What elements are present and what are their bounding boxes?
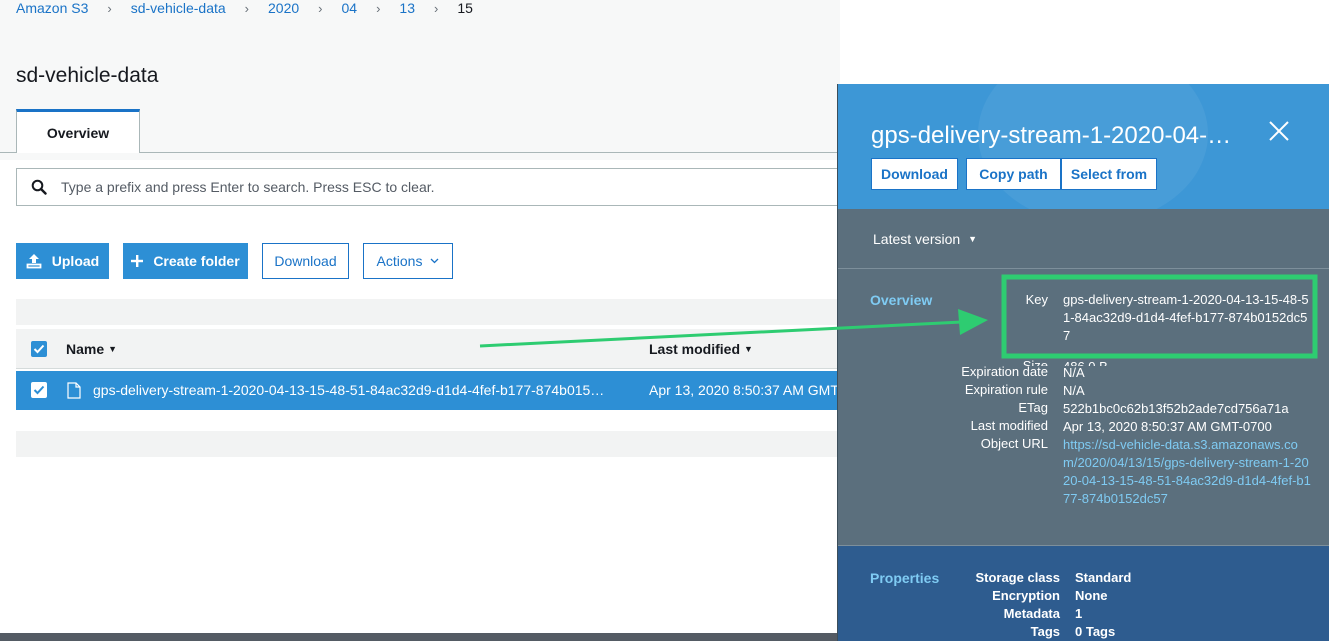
column-header-last-modified[interactable]: Last modified ▼ — [649, 341, 753, 357]
column-header-last-modified-label: Last modified — [649, 341, 741, 357]
file-icon — [67, 382, 81, 404]
table-footer-band — [16, 431, 840, 457]
create-folder-button[interactable]: Create folder — [123, 243, 248, 279]
create-folder-button-label: Create folder — [153, 253, 240, 269]
expiration-rule-value: N/A — [1063, 383, 1085, 398]
panel-header: gps-delivery-stream-1-2020-04-… Download… — [838, 84, 1329, 209]
table-row[interactable]: gps-delivery-stream-1-2020-04-13-15-48-5… — [16, 371, 840, 410]
search-input[interactable] — [61, 179, 821, 195]
metadata-label: Metadata — [1003, 606, 1060, 621]
breadcrumb-separator: › — [376, 0, 381, 16]
check-icon — [33, 385, 45, 395]
last-modified-value: Apr 13, 2020 8:50:37 AM GMT-0700 — [1063, 419, 1272, 434]
tab-overview[interactable]: Overview — [16, 109, 140, 153]
select-all-checkbox[interactable] — [31, 341, 47, 357]
breadcrumb-current: 15 — [457, 0, 473, 16]
version-section: Latest version ▼ — [838, 209, 1329, 269]
panel-download-button[interactable]: Download — [871, 158, 958, 190]
actions-button-label: Actions — [376, 253, 423, 269]
breadcrumb-year[interactable]: 2020 — [268, 0, 299, 16]
search-icon — [17, 179, 61, 195]
table-header: Name ▼ Last modified ▼ — [16, 329, 840, 369]
version-dropdown-label: Latest version — [873, 231, 961, 247]
version-dropdown[interactable]: Latest version ▼ — [873, 231, 977, 247]
check-icon — [33, 344, 45, 354]
breadcrumb-separator: › — [434, 0, 439, 16]
encryption-label: Encryption — [992, 588, 1060, 603]
tags-label: Tags — [1030, 624, 1060, 639]
upload-button[interactable]: Upload — [16, 243, 109, 279]
overview-section-label: Overview — [870, 292, 933, 308]
breadcrumb-amazon-s3[interactable]: Amazon S3 — [16, 0, 88, 16]
chevron-down-icon — [430, 258, 439, 264]
breadcrumb-separator: › — [244, 0, 249, 16]
breadcrumb-month[interactable]: 04 — [342, 0, 358, 16]
caret-down-icon: ▼ — [968, 234, 977, 244]
copy-path-button[interactable]: Copy path — [966, 158, 1061, 190]
sort-caret-icon: ▼ — [744, 344, 753, 354]
object-url-link[interactable]: https://sd-vehicle-data.s3.amazonaws.com… — [1063, 436, 1311, 508]
upload-icon — [26, 253, 42, 269]
etag-value: 522b1bc0c62b13f52b2ade7cd756a71a — [1063, 401, 1289, 416]
breadcrumb: Amazon S3 › sd-vehicle-data › 2020 › 04 … — [16, 0, 473, 16]
column-header-name[interactable]: Name ▼ — [66, 341, 117, 357]
expiration-date-value: N/A — [1063, 365, 1085, 380]
overview-section: Overview Key gps-delivery-stream-1-2020-… — [838, 270, 1329, 546]
breadcrumb-separator: › — [318, 0, 323, 16]
properties-section: Properties Storage class Standard Encryp… — [838, 546, 1329, 641]
table-toolbar-band — [16, 299, 840, 325]
encryption-value: None — [1075, 588, 1108, 603]
bottom-bar — [0, 633, 840, 641]
breadcrumb-separator: › — [107, 0, 112, 16]
download-button-label: Download — [274, 253, 337, 269]
breadcrumb-day[interactable]: 13 — [399, 0, 415, 16]
key-value: gps-delivery-stream-1-2020-04-13-15-48-5… — [1063, 292, 1309, 343]
metadata-value: 1 — [1075, 606, 1083, 621]
sort-caret-icon: ▼ — [108, 344, 118, 354]
expiration-date-label: Expiration date — [961, 364, 1048, 379]
upload-button-label: Upload — [51, 253, 100, 269]
expiration-rule-label: Expiration rule — [964, 382, 1048, 397]
etag-label: ETag — [1018, 400, 1048, 415]
last-modified-label: Last modified — [970, 418, 1048, 433]
select-from-button[interactable]: Select from — [1061, 158, 1157, 190]
search-bar — [16, 168, 846, 206]
close-icon[interactable] — [1268, 120, 1290, 147]
key-label: Key — [1025, 292, 1048, 307]
actions-button[interactable]: Actions — [363, 243, 453, 279]
panel-title: gps-delivery-stream-1-2020-04-… — [871, 122, 1232, 149]
object-detail-panel: gps-delivery-stream-1-2020-04-… Download… — [837, 84, 1329, 641]
plus-icon — [131, 255, 144, 267]
page-title: sd-vehicle-data — [16, 64, 159, 87]
storage-class-label: Storage class — [975, 570, 1060, 585]
download-button[interactable]: Download — [262, 243, 349, 279]
storage-class-value: Standard — [1075, 570, 1132, 585]
tags-value: 0 Tags — [1075, 624, 1116, 639]
row-checkbox[interactable] — [31, 382, 47, 398]
object-url-label: Object URL — [980, 436, 1048, 451]
breadcrumb-bucket[interactable]: sd-vehicle-data — [131, 0, 226, 16]
properties-section-label: Properties — [870, 570, 940, 586]
column-header-name-label: Name — [66, 341, 105, 357]
row-last-modified: Apr 13, 2020 8:50:37 AM GMT — [649, 382, 839, 398]
row-file-name[interactable]: gps-delivery-stream-1-2020-04-13-15-48-5… — [93, 382, 631, 398]
